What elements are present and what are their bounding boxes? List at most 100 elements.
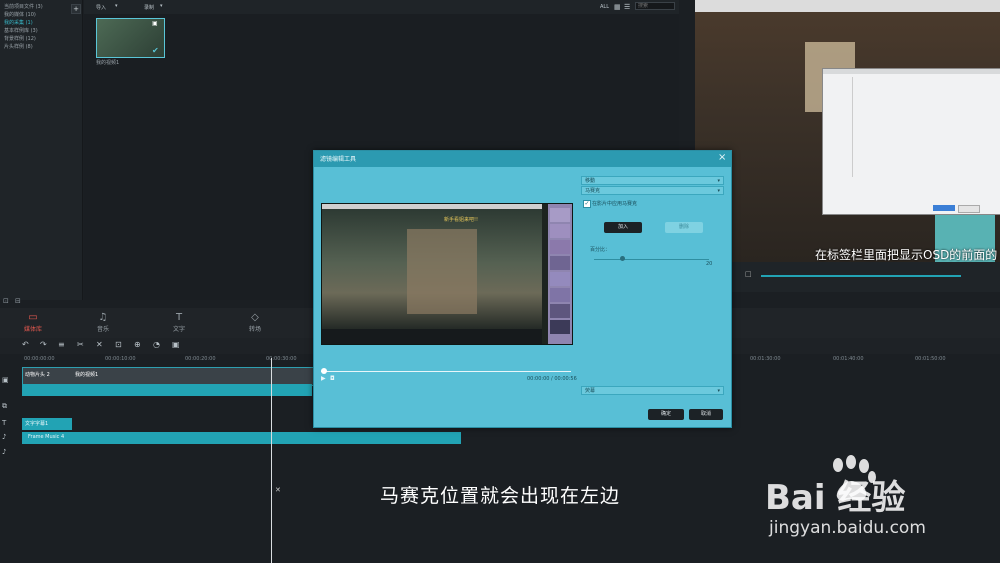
scrub-bar[interactable] [321, 371, 571, 372]
folder-item[interactable]: 背景样例 (12) [0, 35, 82, 43]
mosaic-block [550, 272, 570, 286]
filter-editor-dialog: 滤镜编辑工具 × 新手看姐来吧!! ▶ ◘ 00:00:00 / 00:00:5… [313, 150, 732, 428]
delete-button[interactable]: 删除 [665, 222, 703, 233]
building-shape [407, 229, 477, 314]
folder-list: 当前项目文件 (3) 我的媒体 (10) 我的采集 (1) 基本样例库 (3) … [0, 0, 82, 51]
cancel-button[interactable]: 取消 [689, 409, 723, 420]
scrub-handle[interactable] [321, 368, 327, 374]
snapshot-icon[interactable]: ◘ [330, 375, 335, 382]
media-thumbnail[interactable]: ▣ ✔ [96, 18, 165, 58]
chevron-down-icon: ▾ [160, 3, 163, 9]
thumbnail-caption: 我的视频1 [96, 60, 120, 66]
add-button[interactable]: 加入 [604, 222, 642, 233]
pip-track-icon: ⧉ [2, 402, 7, 410]
text-clip[interactable]: 文字字幕1 [22, 418, 72, 430]
time-display: 00:00:00 / 00:00:56 [527, 376, 577, 382]
mosaic-block [550, 208, 570, 222]
osd-cancel-button[interactable] [958, 205, 980, 213]
dialog-titlebar [314, 151, 731, 167]
filter-all[interactable]: ALL [600, 4, 609, 10]
percent-value: 20 [706, 261, 713, 267]
preview-subtitle: 在标签栏里面把显示OSD的前面的 [815, 248, 998, 262]
mosaic-block [550, 256, 570, 270]
crop-icon[interactable]: ⊡ [115, 340, 122, 349]
music-track-icon: ♪ [2, 448, 7, 456]
apply-mosaic-label: 在影片中应用马赛克 [592, 201, 638, 207]
folder-icon: ▭ [28, 312, 38, 323]
mosaic-block [550, 288, 570, 302]
stop-icon[interactable]: □ [745, 270, 752, 278]
list-view-icon[interactable]: ☰ [624, 3, 630, 11]
folder-item[interactable]: 基本样例库 (3) [0, 27, 82, 35]
watermark-brand: Bai 经验 [765, 478, 906, 518]
close-icon[interactable]: × [718, 152, 726, 163]
video-controls [322, 329, 542, 344]
audio-waveform[interactable] [22, 384, 312, 396]
folder-item[interactable]: 片头样例 (8) [0, 43, 82, 51]
library-panel: 当前项目文件 (3) 我的媒体 (10) 我的采集 (1) 基本样例库 (3) … [0, 0, 83, 300]
text-track-icon: T [2, 419, 7, 427]
baidu-watermark: Bai 经验 jingyan.baidu.com [765, 455, 1000, 545]
osd-tree [826, 77, 853, 177]
tab-text[interactable]: T 文字 [159, 312, 199, 333]
folder-item-active[interactable]: 我的采集 (1) [0, 19, 82, 27]
mosaic-block [550, 304, 570, 318]
chevron-down-icon: ▾ [717, 188, 720, 194]
ruler-tick: 00:01:40:00 [833, 356, 864, 362]
grid-view-icon[interactable]: ▦ [614, 3, 621, 11]
ok-button[interactable]: 确定 [648, 409, 684, 420]
delete-icon[interactable]: ✕ [96, 340, 103, 349]
percent-slider-handle[interactable] [620, 256, 625, 261]
effect-category-dropdown[interactable]: 移動 ▾ [581, 176, 724, 185]
speed-icon[interactable]: ◔ [153, 340, 160, 349]
mosaic-strip[interactable] [548, 204, 572, 344]
import-folder-icon[interactable]: ⊡ [3, 297, 9, 305]
tab-transition[interactable]: ◇ 转场 [235, 312, 275, 333]
ruler-tick: 00:00:00:00 [24, 356, 55, 362]
preview-titlebar [695, 0, 1000, 12]
transition-icon: ◇ [251, 312, 259, 323]
add-folder-icon[interactable]: + [71, 4, 81, 14]
tab-media[interactable]: ▭ 媒体库 [13, 312, 53, 333]
play-icon[interactable]: ▶ [321, 375, 326, 382]
effect-type-dropdown[interactable]: 马赛克 ▾ [581, 186, 724, 195]
import-button[interactable]: 导入 [96, 4, 106, 11]
record-button[interactable]: 录制 [144, 4, 154, 11]
blend-mode-dropdown[interactable]: 荧幕 ▾ [581, 386, 724, 395]
undo-icon[interactable]: ↶ [22, 340, 29, 349]
folder-item[interactable]: 当前项目文件 (3) [0, 3, 82, 11]
check-icon: ✔ [152, 46, 159, 55]
redo-icon[interactable]: ↷ [40, 340, 47, 349]
text-icon: T [175, 312, 183, 323]
video-overlay-text: 新手看姐来吧!! [444, 217, 479, 223]
video-icon: ▣ [152, 20, 158, 27]
zoom-icon[interactable]: ⊕ [134, 340, 141, 349]
ruler-tick: 00:00:20:00 [185, 356, 216, 362]
ruler-tick: 00:00:10:00 [105, 356, 136, 362]
percent-slider-track[interactable] [594, 259, 709, 260]
folder-item[interactable]: 我的媒体 (10) [0, 11, 82, 19]
audio-mixer-icon[interactable]: ▣ [172, 340, 180, 349]
cut-icon[interactable]: ✂ [77, 340, 84, 349]
media-toolbar: 导入 ▾ 录制 ▾ ALL ▦ ☰ [84, 0, 679, 14]
watermark-url: jingyan.baidu.com [769, 518, 926, 538]
preview-progress[interactable] [761, 275, 961, 277]
video-track-icon: ▣ [2, 376, 9, 384]
music-clip[interactable]: Frame Music 4 [22, 432, 461, 444]
osd-ok-button[interactable] [933, 205, 955, 211]
percent-label: 百分比： [590, 247, 611, 253]
adjust-icon[interactable]: ≡ [58, 340, 65, 349]
video-preview: 新手看姐来吧!! [321, 203, 573, 345]
mosaic-block [550, 240, 570, 254]
preview-panel: 在标签栏里面把显示OSD的前面的 □ [695, 0, 1000, 292]
mosaic-block [550, 224, 570, 238]
video-scene [322, 209, 542, 329]
apply-mosaic-checkbox[interactable]: ✓ [583, 200, 591, 208]
new-folder-icon[interactable]: ⊟ [15, 297, 21, 305]
tab-music[interactable]: ♫ 音乐 [83, 312, 123, 333]
ruler-tick: 00:01:30:00 [750, 356, 781, 362]
chevron-down-icon: ▾ [115, 3, 118, 9]
playhead[interactable] [271, 358, 272, 563]
chevron-down-icon: ▾ [717, 178, 720, 184]
search-input[interactable] [635, 2, 675, 10]
